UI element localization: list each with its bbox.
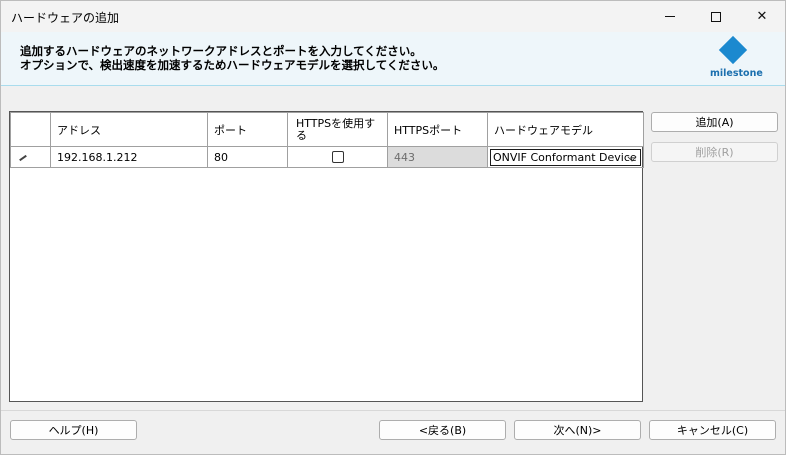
title-bar: ハードウェアの追加 ✕ — [1, 1, 785, 32]
add-hardware-dialog: ハードウェアの追加 ✕ 追加するハードウェアのネットワークアドレスとポートを入力… — [0, 0, 786, 455]
model-cell[interactable]: ONVIF Conformant Device — [487, 146, 644, 168]
instruction-line-2: オプションで、検出速度を加速するためハードウェアモデルを選択してください。 — [20, 58, 445, 72]
close-icon: ✕ — [756, 9, 768, 24]
hardware-grid: アドレス ポート HTTPSを使用する HTTPSポート ハードウェアモデル 1… — [9, 111, 644, 402]
logo-diamond-icon — [718, 35, 748, 65]
minimize-button[interactable] — [647, 1, 693, 32]
back-button[interactable]: <戻る(B) — [379, 420, 506, 440]
milestone-logo: milestone — [705, 35, 765, 82]
row-selector-header — [10, 112, 51, 147]
https-port-cell: 443 — [387, 146, 488, 168]
instruction-header: 追加するハードウェアのネットワークアドレスとポートを入力してください。 オプショ… — [1, 32, 785, 86]
table-header-row: アドレス ポート HTTPSを使用する HTTPSポート ハードウェアモデル — [10, 112, 644, 147]
maximize-button[interactable] — [693, 1, 739, 32]
minimize-icon — [665, 16, 675, 17]
https-cell[interactable] — [287, 146, 388, 168]
column-header-https-port[interactable]: HTTPSポート — [387, 112, 488, 147]
table-row[interactable]: 192.168.1.212 80 443 ONVIF Conformant De… — [10, 146, 644, 168]
model-dropdown[interactable]: ONVIF Conformant Device — [490, 148, 641, 166]
address-cell[interactable]: 192.168.1.212 — [50, 146, 208, 168]
column-header-address[interactable]: アドレス — [50, 112, 208, 147]
logo-text: milestone — [710, 68, 763, 79]
edit-pencil-icon — [17, 152, 31, 162]
hardware-table: アドレス ポート HTTPSを使用する HTTPSポート ハードウェアモデル 1… — [10, 112, 644, 168]
window-title: ハードウェアの追加 — [11, 11, 120, 25]
footer-divider — [1, 410, 785, 411]
delete-button[interactable]: 削除(R) — [651, 142, 778, 162]
model-dropdown-value: ONVIF Conformant Device — [493, 150, 637, 164]
row-selector[interactable] — [10, 146, 51, 168]
close-button[interactable]: ✕ — [739, 1, 785, 32]
port-cell[interactable]: 80 — [207, 146, 288, 168]
next-button[interactable]: 次へ(N)> — [514, 420, 641, 440]
column-header-model[interactable]: ハードウェアモデル — [487, 112, 644, 147]
cancel-button[interactable]: キャンセル(C) — [649, 420, 776, 440]
column-header-port[interactable]: ポート — [207, 112, 288, 147]
help-button[interactable]: ヘルプ(H) — [10, 420, 137, 440]
add-button[interactable]: 追加(A) — [651, 112, 778, 132]
maximize-icon — [711, 11, 721, 22]
column-header-https[interactable]: HTTPSを使用する — [287, 112, 388, 147]
https-checkbox[interactable] — [331, 151, 344, 163]
